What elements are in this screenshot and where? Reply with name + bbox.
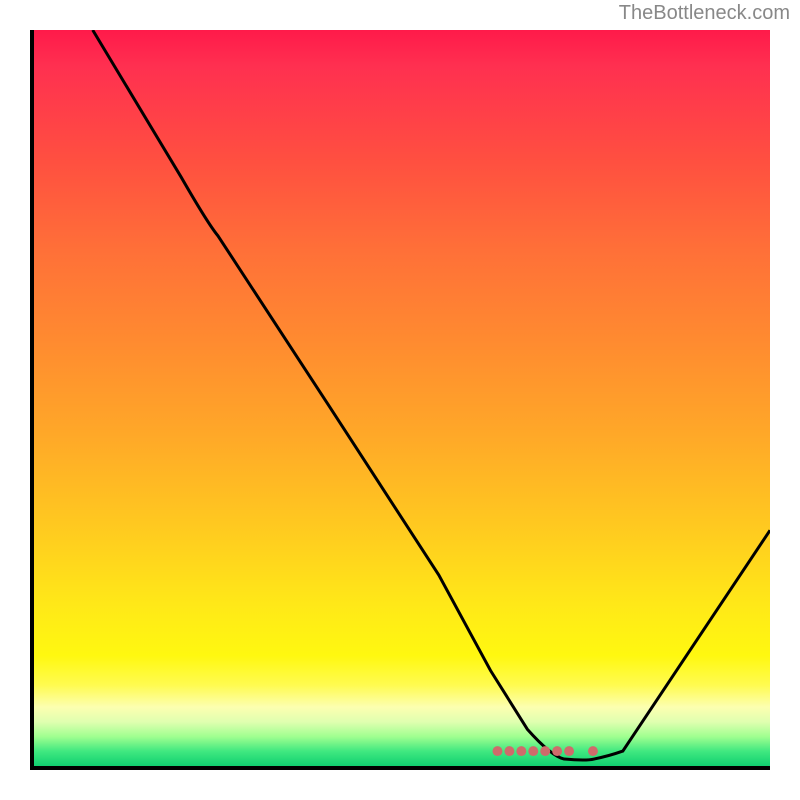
chart-marker-svg <box>34 30 770 766</box>
marker-dot <box>504 746 514 756</box>
marker-dot <box>493 746 503 756</box>
marker-dot <box>540 746 550 756</box>
marker-dot <box>528 746 538 756</box>
marker-dot <box>588 746 598 756</box>
marker-dot <box>516 746 526 756</box>
marker-dot <box>552 746 562 756</box>
chart-plot-area <box>30 30 770 770</box>
marker-dot <box>564 746 574 756</box>
watermark-text: TheBottleneck.com <box>619 2 790 25</box>
